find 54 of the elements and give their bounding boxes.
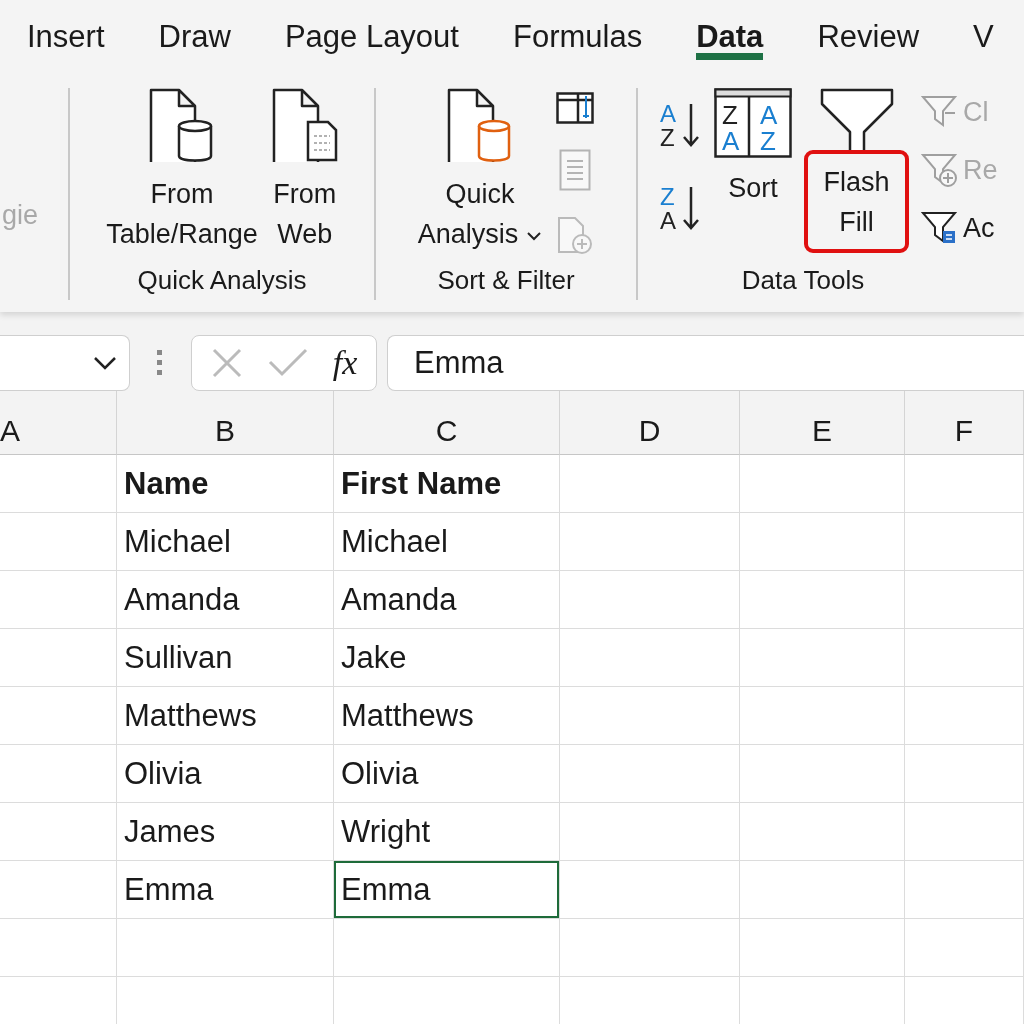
cancel-icon[interactable] [210, 347, 243, 379]
ribbon-tab[interactable]: V [973, 0, 994, 60]
table-cell: Emma [117, 861, 334, 919]
flash-fill-button[interactable]: Flash Fill [804, 150, 909, 253]
ribbon-tab[interactable]: Insert [27, 0, 105, 60]
table-cell: Emma [334, 861, 560, 919]
group-label: Sort & Filter [436, 264, 576, 297]
table-cell: James [117, 803, 334, 861]
check-icon[interactable] [267, 348, 308, 378]
document-database-icon [149, 88, 215, 162]
name-box[interactable] [0, 335, 130, 391]
ribbon-tab[interactable]: Formulas [512, 0, 643, 60]
table-cell: Jake [334, 629, 560, 687]
filter-command[interactable]: Ac [921, 206, 998, 250]
column-header[interactable]: D [560, 391, 740, 455]
column-header[interactable]: E [740, 391, 905, 455]
table-cell: Michael [117, 513, 334, 571]
table-cell: Matthews [117, 687, 334, 745]
column-header[interactable]: C [334, 391, 560, 455]
table-cell: Olivia [117, 745, 334, 803]
ribbon-button[interactable]: From Web [271, 88, 338, 254]
table-cell: Name [117, 455, 334, 513]
table-cell: Matthews [334, 687, 560, 745]
document-add-icon [557, 216, 594, 256]
column-header[interactable]: F [905, 391, 1024, 455]
drag-handle-icon [157, 350, 163, 376]
document-sheet-icon [271, 88, 338, 162]
table-cell: Amanda [117, 571, 334, 629]
table-cell: First Name [334, 455, 560, 513]
sort-table-icon: Z A A Z [714, 88, 792, 158]
ribbon-tab[interactable]: Page Layout [284, 0, 459, 60]
ribbon-tab[interactable]: Data [696, 0, 764, 60]
ribbon-button[interactable]: From Table/Range [106, 88, 258, 254]
filter-refresh-icon [921, 151, 959, 189]
document-database-icon [447, 88, 513, 162]
ribbon-tab[interactable]: Draw [158, 0, 231, 60]
table-cell: Michael [334, 513, 560, 571]
table-cell: Wright [334, 803, 560, 861]
table-cell: Amanda [334, 571, 560, 629]
document-lines-icon [559, 149, 592, 191]
ribbon-tab[interactable]: Review [817, 0, 920, 60]
column-header[interactable]: A [0, 391, 117, 455]
table-columns-icon [556, 92, 595, 124]
group-label: Data Tools [740, 264, 866, 297]
chevron-down-icon [93, 356, 117, 370]
group-label: Quick Analysis [136, 264, 308, 297]
column-header[interactable]: B [117, 391, 334, 455]
table-cell: Olivia [334, 745, 560, 803]
insert-function-button[interactable]: fx [332, 344, 358, 382]
ribbon-button[interactable]: Quick Analysis [417, 88, 543, 254]
toolbar-icon-button[interactable] [556, 92, 595, 127]
sort-button[interactable]: Z A A Z Sort [714, 88, 792, 208]
formula-field[interactable]: Emma [387, 335, 1024, 391]
table-cell: Sullivan [117, 629, 334, 687]
